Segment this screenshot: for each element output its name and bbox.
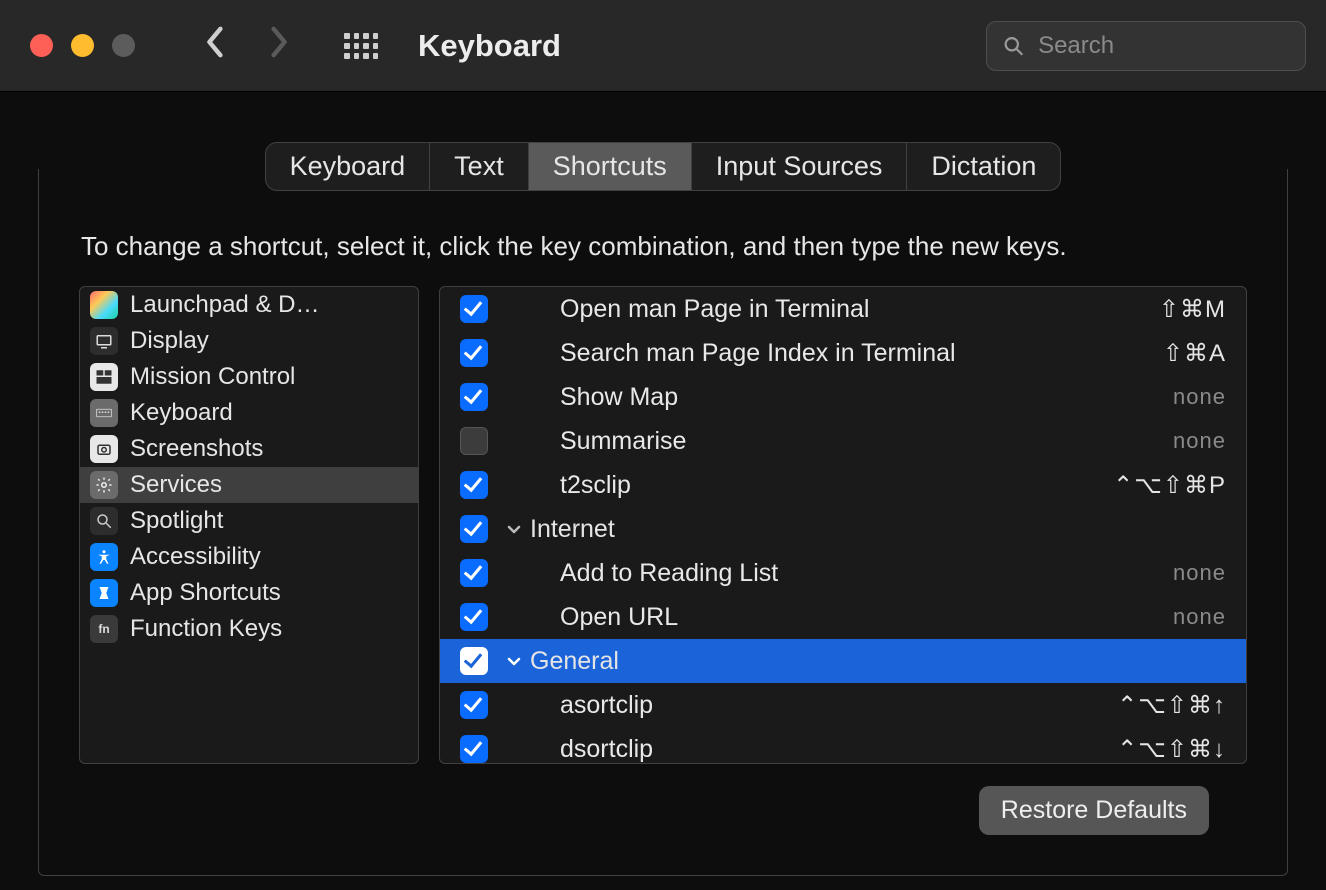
content-frame: To change a shortcut, select it, click t… bbox=[38, 169, 1288, 876]
fn-icon: fn bbox=[90, 615, 118, 643]
shortcut-keys[interactable]: ⌃⌥⇧⌘↓ bbox=[1117, 735, 1226, 764]
launchpad-icon bbox=[90, 291, 118, 319]
sidebar-item-app[interactable]: App Shortcuts bbox=[80, 575, 418, 611]
checkbox[interactable] bbox=[460, 471, 488, 499]
nav-arrows bbox=[205, 25, 289, 66]
shortcut-label: dsortclip bbox=[560, 735, 1117, 764]
checkbox[interactable] bbox=[460, 735, 488, 763]
close-window-button[interactable] bbox=[30, 34, 53, 57]
shortcut-item-row[interactable]: dsortclip⌃⌥⇧⌘↓ bbox=[440, 727, 1246, 764]
forward-button[interactable] bbox=[267, 25, 289, 66]
checkbox[interactable] bbox=[460, 427, 488, 455]
shortcut-item-row[interactable]: t2sclip⌃⌥⇧⌘P bbox=[440, 463, 1246, 507]
shortcut-label: Add to Reading List bbox=[560, 559, 1173, 588]
shortcut-item-row[interactable]: Open URLnone bbox=[440, 595, 1246, 639]
sidebar-item-label: Function Keys bbox=[130, 615, 282, 643]
shortcut-keys[interactable]: ⇧⌘M bbox=[1159, 295, 1226, 324]
sidebar-item-label: Launchpad & D… bbox=[130, 291, 319, 319]
accessibility-icon bbox=[90, 543, 118, 571]
shortcut-group-row[interactable]: General bbox=[440, 639, 1246, 683]
keyboard-icon bbox=[90, 399, 118, 427]
mission-icon bbox=[90, 363, 118, 391]
maximize-window-button[interactable] bbox=[112, 34, 135, 57]
checkbox[interactable] bbox=[460, 383, 488, 411]
sidebar-item-label: Services bbox=[130, 471, 222, 499]
shortcut-keys[interactable]: none bbox=[1173, 384, 1226, 410]
app-icon bbox=[90, 579, 118, 607]
shortcut-label: asortclip bbox=[560, 691, 1117, 720]
sidebar-item-label: Mission Control bbox=[130, 363, 295, 391]
checkbox[interactable] bbox=[460, 295, 488, 323]
sidebar-item-display[interactable]: Display bbox=[80, 323, 418, 359]
sidebar-item-keyboard[interactable]: Keyboard bbox=[80, 395, 418, 431]
screenshots-icon bbox=[90, 435, 118, 463]
sidebar-item-spotlight[interactable]: Spotlight bbox=[80, 503, 418, 539]
window-title: Keyboard bbox=[418, 28, 561, 64]
shortcut-keys[interactable]: none bbox=[1173, 560, 1226, 586]
search-icon bbox=[1003, 34, 1024, 58]
shortcut-item-row[interactable]: Show Mapnone bbox=[440, 375, 1246, 419]
chevron-down-icon[interactable] bbox=[504, 653, 524, 669]
restore-defaults-button[interactable]: Restore Defaults bbox=[979, 786, 1209, 835]
sidebar-item-accessibility[interactable]: Accessibility bbox=[80, 539, 418, 575]
spotlight-icon bbox=[90, 507, 118, 535]
checkbox[interactable] bbox=[460, 603, 488, 631]
titlebar: Keyboard bbox=[0, 0, 1326, 92]
checkbox[interactable] bbox=[460, 647, 488, 675]
shortcut-label: Summarise bbox=[560, 427, 1173, 456]
shortcut-label: Open URL bbox=[560, 603, 1173, 632]
sidebar-item-mission[interactable]: Mission Control bbox=[80, 359, 418, 395]
services-icon bbox=[90, 471, 118, 499]
sidebar-item-label: Keyboard bbox=[130, 399, 233, 427]
shortcut-item-row[interactable]: Summarisenone bbox=[440, 419, 1246, 463]
shortcut-label: Show Map bbox=[560, 383, 1173, 412]
checkbox[interactable] bbox=[460, 515, 488, 543]
shortcut-label: t2sclip bbox=[560, 471, 1113, 500]
shortcut-item-row[interactable]: asortclip⌃⌥⇧⌘↑ bbox=[440, 683, 1246, 727]
sidebar-item-label: App Shortcuts bbox=[130, 579, 281, 607]
sidebar-item-label: Accessibility bbox=[130, 543, 261, 571]
group-label: General bbox=[530, 647, 1226, 676]
shortcut-keys[interactable]: ⌃⌥⇧⌘↑ bbox=[1117, 691, 1226, 720]
shortcut-label: Open man Page in Terminal bbox=[560, 295, 1159, 324]
search-input[interactable] bbox=[1038, 32, 1289, 60]
shortcut-item-row[interactable]: Search man Page Index in Terminal⇧⌘A bbox=[440, 331, 1246, 375]
shortcut-list[interactable]: Open man Page in Terminal⇧⌘MSearch man P… bbox=[439, 286, 1247, 764]
display-icon bbox=[90, 327, 118, 355]
back-button[interactable] bbox=[205, 25, 227, 66]
instruction-text: To change a shortcut, select it, click t… bbox=[39, 217, 1287, 286]
shortcut-keys[interactable]: ⇧⌘A bbox=[1163, 339, 1226, 368]
sidebar-item-label: Display bbox=[130, 327, 209, 355]
sidebar-item-label: Spotlight bbox=[130, 507, 223, 535]
shortcut-keys[interactable]: ⌃⌥⇧⌘P bbox=[1113, 471, 1226, 500]
shortcut-label: Search man Page Index in Terminal bbox=[560, 339, 1163, 368]
traffic-lights bbox=[30, 34, 135, 57]
checkbox[interactable] bbox=[460, 559, 488, 587]
shortcut-group-row[interactable]: Internet bbox=[440, 507, 1246, 551]
shortcut-item-row[interactable]: Add to Reading Listnone bbox=[440, 551, 1246, 595]
show-all-prefs-icon[interactable] bbox=[344, 33, 378, 59]
sidebar-item-label: Screenshots bbox=[130, 435, 263, 463]
group-label: Internet bbox=[530, 515, 1226, 544]
checkbox[interactable] bbox=[460, 339, 488, 367]
sidebar-item-screenshots[interactable]: Screenshots bbox=[80, 431, 418, 467]
chevron-down-icon[interactable] bbox=[504, 521, 524, 537]
shortcut-item-row[interactable]: Open man Page in Terminal⇧⌘M bbox=[440, 287, 1246, 331]
minimize-window-button[interactable] bbox=[71, 34, 94, 57]
sidebar-item-services[interactable]: Services bbox=[80, 467, 418, 503]
sidebar-item-fn[interactable]: fn Function Keys bbox=[80, 611, 418, 647]
category-sidebar[interactable]: Launchpad & D… Display Mission Control Keyb… bbox=[79, 286, 419, 764]
checkbox[interactable] bbox=[460, 691, 488, 719]
shortcut-keys[interactable]: none bbox=[1173, 604, 1226, 630]
search-field[interactable] bbox=[986, 21, 1306, 71]
sidebar-item-launchpad[interactable]: Launchpad & D… bbox=[80, 287, 418, 323]
shortcut-keys[interactable]: none bbox=[1173, 428, 1226, 454]
